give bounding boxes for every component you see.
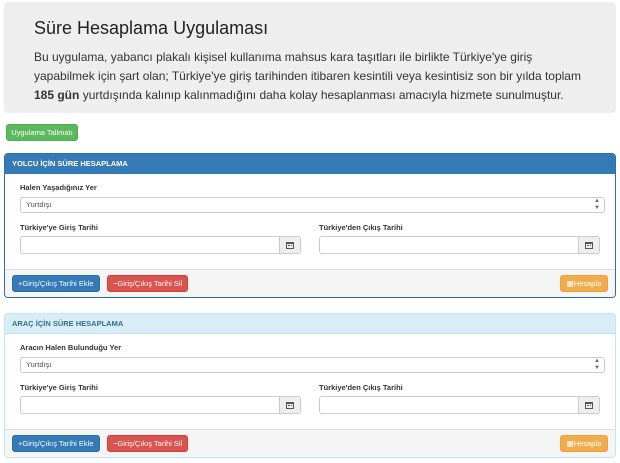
- intro-jumbotron: Süre Hesaplama Uygulaması Bu uygulama, y…: [4, 2, 616, 113]
- calendar-icon: [585, 241, 593, 249]
- passenger-entry-label: Türkiye'ye Giriş Tarihi: [20, 223, 98, 232]
- intro-days-highlight: 185 gün: [34, 88, 80, 102]
- passenger-panel-heading: YOLCU İÇİN SÜRE HESAPLAMA: [5, 154, 615, 174]
- vehicle-entry-label: Türkiye'ye Giriş Tarihi: [20, 383, 98, 392]
- passenger-add-date-button[interactable]: +Giriş/Çıkış Tarihi Ekle: [12, 275, 100, 292]
- passenger-entry-calendar-button[interactable]: [279, 237, 300, 253]
- select-caret-icon: ▲ ▼: [594, 358, 600, 371]
- vehicle-panel-footer: +Giriş/Çıkış Tarihi Ekle −Giriş/Çıkış Ta…: [5, 429, 615, 457]
- intro-text: Bu uygulama, yabancı plakalı kişisel kul…: [34, 50, 581, 102]
- passenger-panel: YOLCU İÇİN SÜRE HESAPLAMA Halen Yaşadığı…: [4, 153, 616, 298]
- passenger-location-select[interactable]: Yurtdışı ▲ ▼: [20, 197, 605, 213]
- passenger-calculate-button[interactable]: ▦Hesapla: [560, 275, 608, 292]
- vehicle-exit-label: Türkiye'den Çıkış Tarihi: [319, 383, 403, 392]
- vehicle-entry-date-input[interactable]: [20, 396, 301, 414]
- vehicle-panel-body: Aracın Halen Bulunduğu Yer Yurtdışı ▲ ▼ T…: [5, 334, 615, 429]
- guide-button[interactable]: Uygulama Talimatı: [6, 124, 78, 141]
- vehicle-entry-calendar-button[interactable]: [279, 397, 300, 413]
- calendar-icon: [585, 401, 593, 409]
- passenger-exit-date-input[interactable]: [319, 236, 600, 254]
- passenger-entry-date-input[interactable]: [20, 236, 301, 254]
- vehicle-calculate-button[interactable]: ▦Hesapla: [560, 435, 608, 452]
- vehicle-add-date-button[interactable]: +Giriş/Çıkış Tarihi Ekle: [12, 435, 100, 452]
- calendar-icon: [286, 241, 294, 249]
- passenger-location-value: Yurtdışı: [26, 200, 52, 209]
- passenger-exit-calendar-button[interactable]: [578, 237, 599, 253]
- calculator-icon: ▦: [566, 279, 574, 288]
- calendar-icon: [286, 401, 294, 409]
- vehicle-exit-date-input[interactable]: [319, 396, 600, 414]
- vehicle-panel-heading: ARAÇ İÇİN SÜRE HESAPLAMA: [5, 314, 615, 334]
- vehicle-remove-date-button[interactable]: −Giriş/Çıkış Tarihi Sil: [107, 435, 189, 452]
- vehicle-exit-calendar-button[interactable]: [578, 397, 599, 413]
- vehicle-panel: ARAÇ İÇİN SÜRE HESAPLAMA Aracın Halen Bu…: [4, 313, 616, 458]
- vehicle-location-label: Aracın Halen Bulunduğu Yer: [20, 343, 122, 352]
- passenger-location-label: Halen Yaşadığınız Yer: [20, 183, 97, 192]
- passenger-panel-body: Halen Yaşadığınız Yer Yurtdışı ▲ ▼ Türkiy…: [5, 174, 615, 269]
- passenger-remove-date-button[interactable]: −Giriş/Çıkış Tarihi Sil: [107, 275, 189, 292]
- page-title: Süre Hesaplama Uygulaması: [34, 18, 269, 38]
- passenger-panel-footer: +Giriş/Çıkış Tarihi Ekle −Giriş/Çıkış Ta…: [5, 269, 615, 297]
- select-caret-icon: ▲ ▼: [594, 198, 600, 211]
- calculator-icon: ▦: [566, 439, 574, 448]
- passenger-exit-label: Türkiye'den Çıkış Tarihi: [319, 223, 403, 232]
- vehicle-location-select[interactable]: Yurtdışı ▲ ▼: [20, 357, 605, 373]
- vehicle-location-value: Yurtdışı: [26, 360, 52, 369]
